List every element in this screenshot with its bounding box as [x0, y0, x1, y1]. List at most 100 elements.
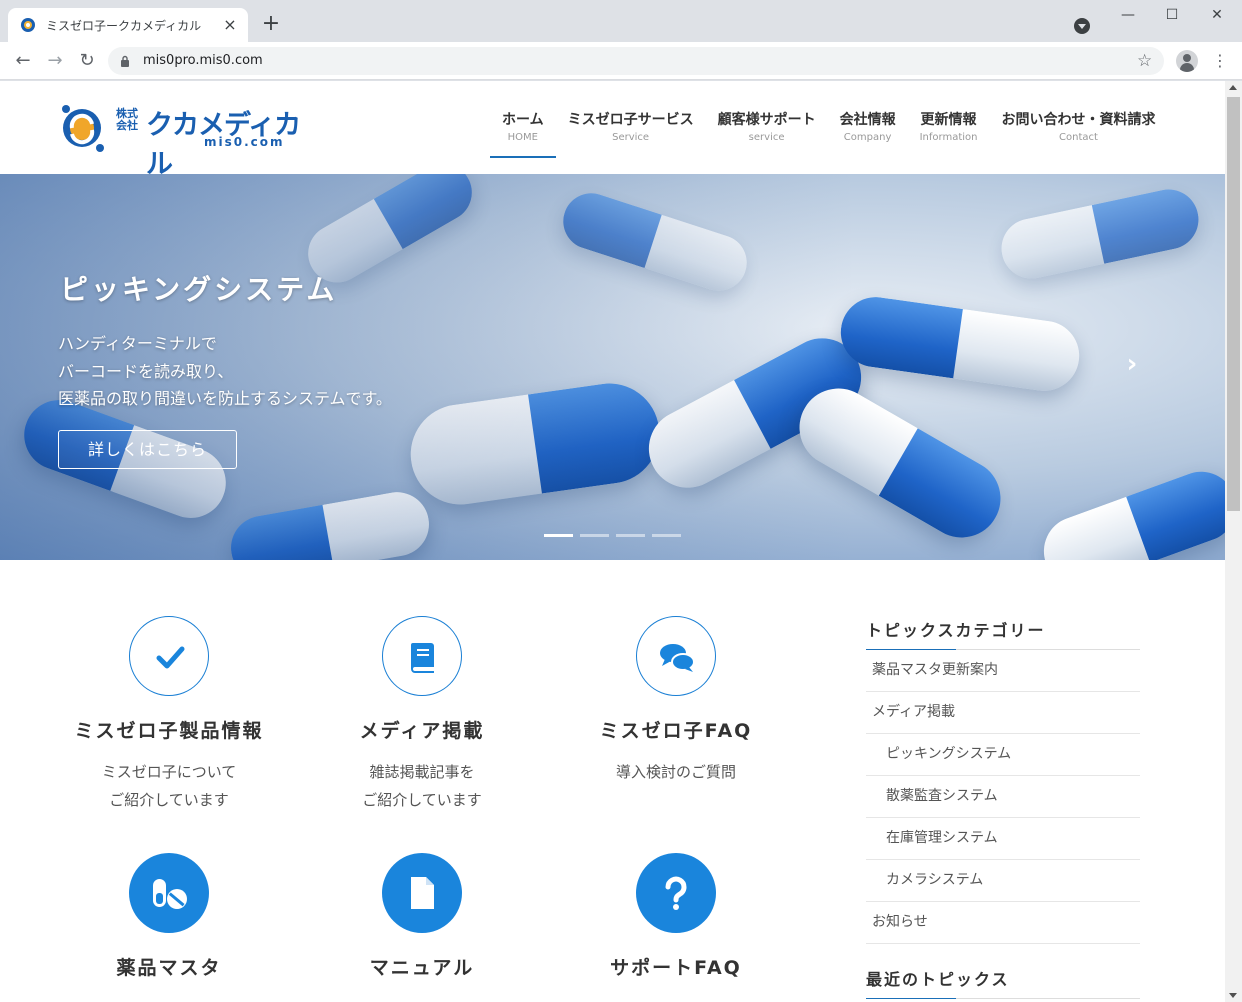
feature-manual[interactable]: マニュアル: [297, 853, 547, 980]
reload-icon[interactable]: ↻: [76, 50, 98, 72]
nav-item-support[interactable]: 顧客様サポート service: [706, 81, 828, 158]
category-link[interactable]: カメラシステム: [866, 860, 1140, 902]
book-icon: [411, 643, 434, 673]
tab-search-icon[interactable]: [1074, 18, 1090, 34]
browser-tab[interactable]: ミスゼロ子ークカメディカル ×: [8, 8, 248, 42]
nav-item-service[interactable]: ミスゼロ子サービス Service: [556, 81, 706, 158]
nav-sublabel: Information: [919, 132, 978, 143]
feature-drug-master[interactable]: 薬品マスタ: [44, 853, 294, 980]
scroll-down-arrow-icon[interactable]: [1229, 993, 1237, 998]
feature-title: メディア掲載: [359, 720, 485, 742]
feature-icon-circle: [129, 616, 209, 696]
feature-desc: 導入検討のご質問: [551, 758, 801, 786]
nav-label: お問い合わせ・資料請求: [1001, 112, 1156, 128]
tab-title: ミスゼロ子ークカメディカル: [46, 18, 202, 33]
sidebar-heading: トピックスカテゴリー: [866, 617, 1140, 650]
feature-desc: ミスゼロ子について ご紹介しています: [44, 758, 294, 814]
slider-dot[interactable]: [616, 534, 645, 537]
sidebar-categories: トピックスカテゴリー 薬品マスタ更新案内 メディア掲載 ピッキングシステム 散薬…: [866, 617, 1140, 944]
feature-icon-circle: [382, 616, 462, 696]
browser-toolbar: ← → ↻ mis0pro.mis0.com ☆ ⋮: [0, 42, 1242, 80]
profile-avatar-icon[interactable]: [1176, 50, 1198, 72]
hero-text-line: ハンディターミナルで: [58, 334, 217, 353]
nav-label: 更新情報: [920, 112, 977, 128]
feature-desc-line: ご紹介しています: [109, 791, 229, 809]
menu-dots-icon[interactable]: ⋮: [1212, 50, 1228, 72]
nav-label: ホーム: [502, 112, 544, 128]
close-window-button[interactable]: ✕: [1207, 6, 1227, 24]
nav-item-information[interactable]: 更新情報 Information: [908, 81, 990, 158]
category-list: 薬品マスタ更新案内 メディア掲載 ピッキングシステム 散薬監査システム 在庫管理…: [866, 650, 1140, 944]
feature-title: マニュアル: [369, 957, 475, 979]
favicon-icon: [21, 18, 35, 32]
logo-domain: mis0.com: [204, 135, 285, 149]
category-link[interactable]: メディア掲載: [866, 692, 1140, 734]
check-icon: [156, 646, 185, 669]
sidebar-recent: 最近のトピックス: [866, 966, 1140, 999]
category-link[interactable]: ピッキングシステム: [866, 734, 1140, 776]
feature-icon-circle: [129, 853, 209, 933]
browser-tab-strip: ミスゼロ子ークカメディカル × + — ☐ ✕: [0, 0, 1242, 42]
site-header: 株式会社 クカメディカル mis0.com ホーム HOME ミスゼロ子サービス…: [0, 81, 1225, 180]
maximize-button[interactable]: ☐: [1162, 6, 1182, 24]
logo-kabushiki: 株式会社: [116, 107, 138, 132]
slider-pagination: [544, 534, 681, 537]
feature-products[interactable]: ミスゼロ子製品情報 ミスゼロ子について ご紹介しています: [44, 616, 294, 814]
lock-icon: [121, 55, 129, 67]
feature-desc-line: 導入検討のご質問: [615, 763, 736, 781]
bookmark-star-icon[interactable]: ☆: [1137, 51, 1152, 71]
scroll-up-arrow-icon[interactable]: [1229, 85, 1237, 90]
slider-dot[interactable]: [544, 534, 573, 537]
sidebar-heading: 最近のトピックス: [866, 966, 1140, 999]
nav-label: 会社情報: [839, 112, 896, 128]
question-icon: [665, 876, 687, 910]
back-arrow-icon[interactable]: ←: [12, 50, 34, 72]
feature-media[interactable]: メディア掲載 雑誌掲載記事を ご紹介しています: [297, 616, 547, 814]
feature-icon-circle: [636, 853, 716, 933]
feature-title: ミスゼロ子FAQ: [599, 720, 753, 742]
hero-details-button[interactable]: 詳しくはこちら: [58, 430, 237, 469]
feature-desc: 雑誌掲載記事を ご紹介しています: [297, 758, 547, 814]
category-link[interactable]: 薬品マスタ更新案内: [866, 650, 1140, 692]
nav-item-company[interactable]: 会社情報 Company: [828, 81, 908, 158]
chat-bubbles-icon: [660, 644, 695, 672]
slider-dot[interactable]: [652, 534, 681, 537]
hero-title: ピッキングシステム: [60, 273, 338, 306]
chevron-right-icon[interactable]: ›: [1120, 351, 1144, 377]
category-link[interactable]: 散薬監査システム: [866, 776, 1140, 818]
feature-faq[interactable]: ミスゼロ子FAQ 導入検討のご質問: [551, 616, 801, 786]
forward-arrow-icon[interactable]: →: [44, 50, 66, 72]
feature-icon-circle: [636, 616, 716, 696]
feature-title: ミスゼロ子製品情報: [74, 720, 264, 742]
feature-icon-circle: [382, 853, 462, 933]
nav-sublabel: Company: [843, 132, 892, 143]
scroll-thumb[interactable]: [1227, 97, 1240, 511]
nav-sublabel: service: [748, 132, 785, 143]
new-tab-button[interactable]: +: [260, 13, 282, 36]
minimize-button[interactable]: —: [1118, 6, 1138, 24]
feature-desc-line: ご紹介しています: [362, 791, 482, 809]
nav-item-contact[interactable]: お問い合わせ・資料請求 Contact: [989, 81, 1167, 158]
document-icon: [411, 877, 434, 909]
url-text: mis0pro.mis0.com: [143, 53, 263, 68]
slider-dot[interactable]: [580, 534, 609, 537]
page-scrollbar[interactable]: [1225, 81, 1242, 1002]
pills-icon: [153, 879, 187, 909]
nav-sublabel: Contact: [1059, 132, 1098, 143]
nav-sublabel: Service: [612, 132, 650, 143]
close-tab-icon[interactable]: ×: [222, 17, 238, 33]
hero-text-line: 医薬品の取り間違いを防止するシステムです。: [58, 389, 392, 408]
site-logo[interactable]: 株式会社 クカメディカル mis0.com: [58, 101, 320, 180]
nav-label: 顧客様サポート: [717, 112, 816, 128]
category-link[interactable]: 在庫管理システム: [866, 818, 1140, 860]
category-link[interactable]: お知らせ: [866, 902, 1140, 944]
feature-title: 薬品マスタ: [116, 957, 222, 979]
feature-desc-line: 雑誌掲載記事を: [369, 763, 475, 781]
nav-item-home[interactable]: ホーム HOME: [490, 81, 556, 158]
nav-label: ミスゼロ子サービス: [567, 112, 694, 128]
page-viewport: 株式会社 クカメディカル mis0.com ホーム HOME ミスゼロ子サービス…: [0, 81, 1225, 1002]
hero-slider: ピッキングシステム ハンディターミナルで バーコードを読み取り、 医薬品の取り間…: [0, 174, 1225, 560]
address-bar[interactable]: mis0pro.mis0.com ☆: [108, 47, 1164, 75]
feature-title: サポートFAQ: [610, 957, 742, 979]
feature-support-faq[interactable]: サポートFAQ: [551, 853, 801, 980]
